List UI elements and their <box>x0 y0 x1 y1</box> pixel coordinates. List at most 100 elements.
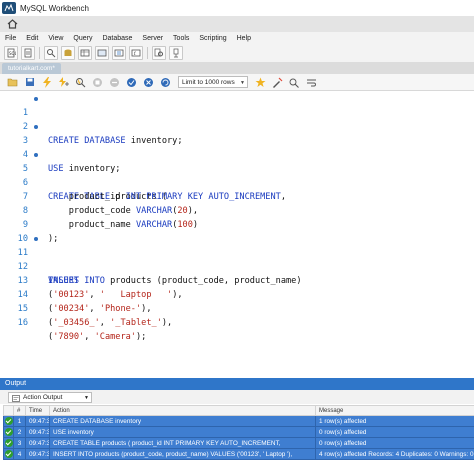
word-wrap-icon[interactable] <box>305 76 318 89</box>
search-table-data-button[interactable] <box>152 46 166 60</box>
time-cell: 09:47:34 <box>25 437 50 449</box>
table-row[interactable]: 1 09:47:34 CREATE DATABASE inventory 1 r… <box>3 415 474 427</box>
output-panel-header: Output <box>0 378 474 390</box>
code-line: 12 VALUES <box>0 246 474 286</box>
action-cell: CREATE DATABASE inventory <box>49 415 316 427</box>
code-line: 14 ('00234', 'Phone-'), <box>0 274 474 314</box>
create-view-button[interactable] <box>95 46 109 60</box>
create-procedure-button[interactable] <box>112 46 126 60</box>
stop-icon[interactable] <box>91 76 104 89</box>
number-cell: 2 <box>13 426 26 438</box>
message-cell: 4 row(s) affected Records: 4 Duplicates:… <box>315 448 474 460</box>
connection-tab[interactable]: tutorialkart.com* <box>2 63 61 74</box>
menu-tools[interactable]: Tools <box>168 35 194 42</box>
create-schema-button[interactable] <box>61 46 75 60</box>
action-column-header[interactable]: Action <box>49 405 316 416</box>
open-sql-script-button[interactable] <box>21 46 35 60</box>
menu-server[interactable]: Server <box>137 35 168 42</box>
sql-editor[interactable]: 1 CREATE DATABASE inventory; 2 3 USE inv… <box>0 91 474 376</box>
menu-edit[interactable]: Edit <box>21 35 43 42</box>
home-icon[interactable] <box>6 18 18 30</box>
statement-marker-icon <box>34 125 38 129</box>
connection-tab-row: tutorialkart.com* <box>0 62 474 74</box>
reconnect-button[interactable] <box>169 46 183 60</box>
beautify-star-icon[interactable] <box>254 76 267 89</box>
table-row[interactable]: 3 09:47:34 CREATE TABLE products ( produ… <box>3 437 474 449</box>
time-column-header[interactable]: Time <box>25 405 50 416</box>
menu-file[interactable]: File <box>0 35 21 42</box>
code-line: 15 ('_03456_', '_Tablet_'), <box>0 288 474 328</box>
create-function-button[interactable]: f <box>129 46 143 60</box>
commit-icon[interactable] <box>125 76 138 89</box>
status-cell <box>3 448 14 460</box>
mysql-workbench-logo-icon <box>2 2 16 14</box>
rollback-icon[interactable] <box>142 76 155 89</box>
output-table-header: # Time Action Message <box>3 405 474 416</box>
success-check-icon <box>4 428 13 436</box>
message-column-header[interactable]: Message <box>315 405 474 416</box>
success-check-icon <box>4 439 13 447</box>
find-replace-icon[interactable] <box>271 76 284 89</box>
code-line: 8 product_name VARCHAR(100) <box>0 190 474 230</box>
status-cell <box>3 437 14 449</box>
code-line: 7 product_code VARCHAR(20), <box>0 176 474 216</box>
number-cell: 4 <box>13 448 26 460</box>
open-file-icon[interactable] <box>6 76 19 89</box>
table-row[interactable]: 2 09:47:34 USE inventory 0 row(s) affect… <box>3 426 474 438</box>
title-bar: MySQL Workbench <box>0 0 474 16</box>
code-text: ('7890', 'Camera'); <box>48 332 147 342</box>
statement-marker-icon <box>34 153 38 157</box>
output-mode-select[interactable]: Action Output ▼ <box>8 391 92 403</box>
code-line: 10 <box>0 218 474 244</box>
save-icon[interactable] <box>23 76 36 89</box>
execute-current-statement-icon[interactable] <box>57 76 70 89</box>
number-cell: 1 <box>13 415 26 427</box>
auto-commit-icon[interactable] <box>159 76 172 89</box>
menu-scripting[interactable]: Scripting <box>194 35 231 42</box>
toggle-continue-on-error-icon[interactable] <box>108 76 121 89</box>
number-column-header[interactable]: # <box>13 405 26 416</box>
menu-bar: File Edit View Query Database Server Too… <box>0 32 474 44</box>
limit-rows-select[interactable]: Limit to 1000 rows ▼ <box>178 76 248 88</box>
line-number: 16 <box>17 318 28 328</box>
output-table: # Time Action Message 1 09:47:34 CREATE … <box>3 405 474 460</box>
message-cell: 0 row(s) affected <box>315 437 474 449</box>
menu-query[interactable]: Query <box>68 35 97 42</box>
action-output-icon <box>12 394 20 402</box>
status-cell <box>3 415 14 427</box>
create-table-button[interactable] <box>78 46 92 60</box>
success-check-icon <box>4 417 13 425</box>
table-row[interactable]: 4 09:47:34 INSERT INTO products (product… <box>3 448 474 460</box>
message-cell: 0 row(s) affected <box>315 426 474 438</box>
time-cell: 09:47:34 <box>25 426 50 438</box>
code-line: 4 <box>0 134 474 160</box>
home-tab-row <box>0 16 474 32</box>
statement-marker-icon <box>34 97 38 101</box>
action-cell: USE inventory <box>49 426 316 438</box>
code-line: 2 <box>0 106 474 132</box>
window-title: MySQL Workbench <box>20 3 89 13</box>
menu-database[interactable]: Database <box>97 35 137 42</box>
code-line: 5 CREATE TABLE products ( <box>0 148 474 202</box>
chevron-down-icon: ▼ <box>84 394 89 401</box>
limit-rows-value: Limit to 1000 rows <box>182 78 235 86</box>
code-line: 11 INSERT INTO products (product_code, p… <box>0 232 474 286</box>
main-toolbar: SQL f <box>0 44 474 62</box>
inspector-button[interactable] <box>44 46 58 60</box>
execute-lightning-icon[interactable] <box>40 76 53 89</box>
code-line: 6 product_id INT PRIMARY KEY AUTO_INCREM… <box>0 162 474 202</box>
action-cell: CREATE TABLE products ( product_id INT P… <box>49 437 316 449</box>
code-line: 13 ('00123', ' Laptop '), <box>0 260 474 300</box>
number-cell: 3 <box>13 437 26 449</box>
menu-view[interactable]: View <box>43 35 68 42</box>
time-cell: 09:47:34 <box>25 448 50 460</box>
explain-icon[interactable] <box>74 76 87 89</box>
code-line: 16 ('7890', 'Camera'); <box>0 302 474 342</box>
status-column-header <box>3 405 14 416</box>
invisible-characters-icon[interactable] <box>288 76 301 89</box>
output-mode-value: Action Output <box>23 393 63 401</box>
menu-help[interactable]: Help <box>232 35 256 42</box>
output-toolbar: Action Output ▼ <box>0 390 474 404</box>
code-text: ('_03456_', '_Tablet_'), <box>48 318 173 328</box>
new-sql-tab-button[interactable]: SQL <box>4 46 18 60</box>
